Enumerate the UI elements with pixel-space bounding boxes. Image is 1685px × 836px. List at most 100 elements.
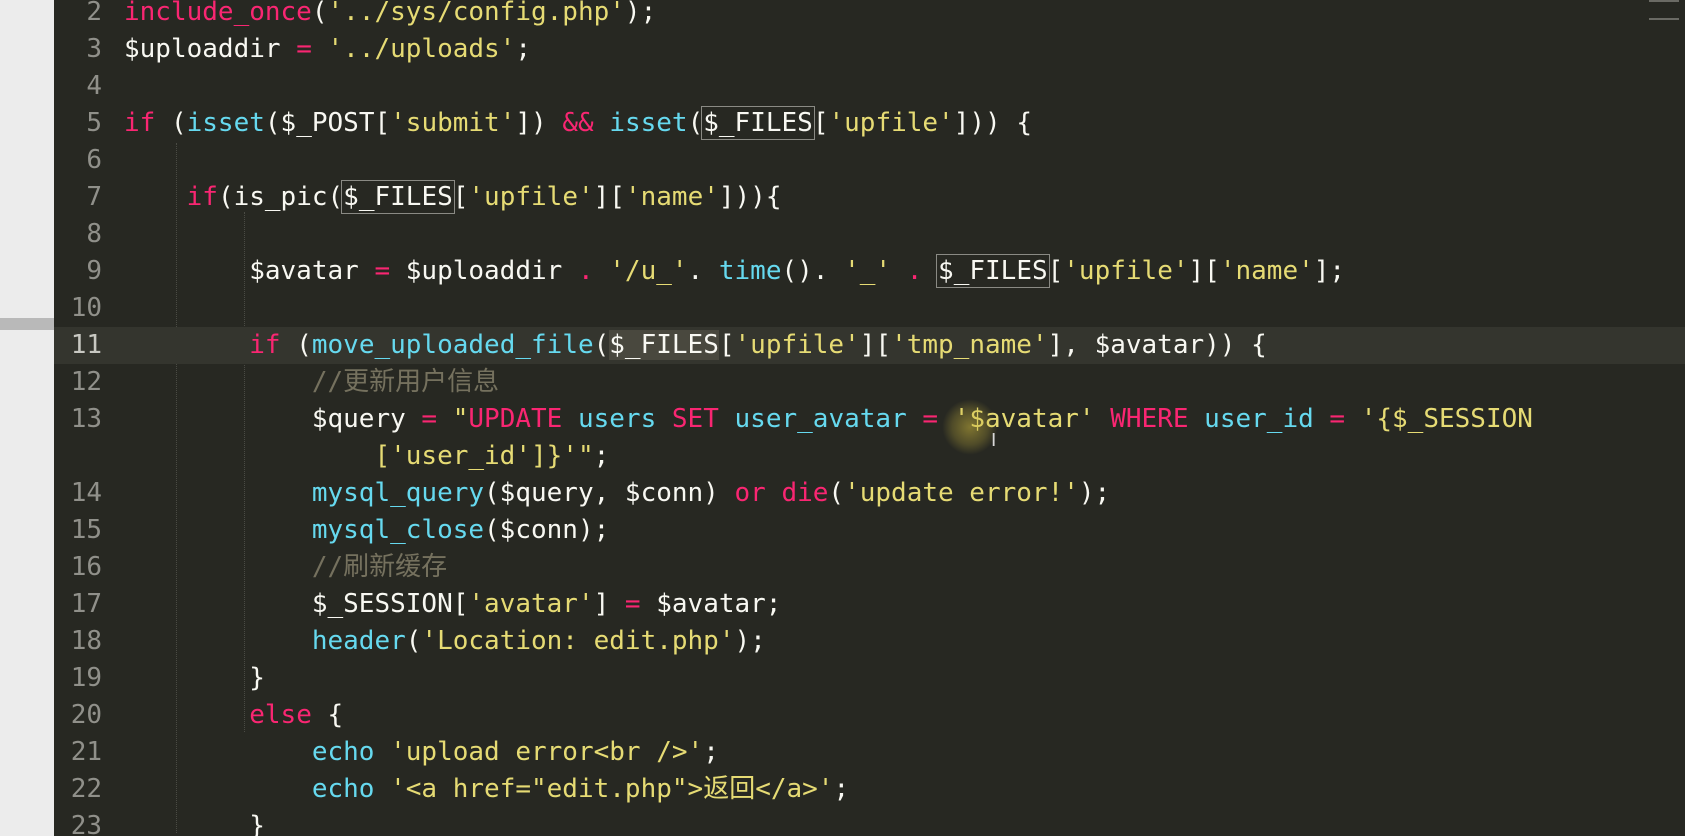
line-number: 2 [86, 0, 102, 27]
code-line[interactable]: 9 $avatar = $uploaddir . '/u_'. time(). … [54, 253, 1685, 290]
line-number: 5 [86, 108, 102, 138]
code-text[interactable]: $avatar = $uploaddir . '/u_'. time(). '_… [124, 253, 1345, 290]
code-token: ( [405, 626, 422, 656]
code-token: $uploaddir [390, 256, 578, 286]
code-token: '../sys/config.php' [327, 0, 625, 27]
code-token: = [296, 34, 312, 64]
code-line[interactable]: 12 //更新用户信息 [54, 364, 1685, 401]
code-token: ], $avatar)) { [1047, 330, 1267, 360]
code-token: or [734, 478, 766, 508]
code-token: (is_pic( [217, 182, 344, 212]
code-token: mysql_query [311, 478, 485, 508]
code-token: [ [1047, 256, 1064, 286]
line-number: 3 [86, 34, 102, 64]
code-editor[interactable]: 2 include_once('../sys/config.php'); 3 $upl… [54, 0, 1685, 836]
code-line[interactable]: 18 header('Location: edit.php'); [54, 623, 1685, 660]
code-token: 'tmp_name' [891, 330, 1048, 360]
code-line[interactable]: 7 if(is_pic($_FILES['upfile']['name'])){ [54, 179, 1685, 216]
code-text[interactable]: mysql_close($conn); [124, 512, 609, 549]
code-text[interactable]: //更新用户信息 [124, 364, 499, 401]
code-token: " [577, 441, 594, 471]
code-token: $_SESSION[ [124, 589, 469, 619]
code-token: ['user_id']}' [374, 441, 578, 471]
code-area[interactable]: 2 include_once('../sys/config.php'); 3 $upl… [54, 0, 1685, 836]
code-token: 'name' [624, 182, 719, 212]
code-token: '<a href="edit.php">返回</a>' [390, 774, 834, 804]
line-number: 23 [70, 811, 102, 836]
code-token: echo [311, 774, 375, 804]
code-text[interactable]: echo 'upload error<br />'; [124, 734, 719, 771]
code-token: mysql_close [311, 515, 485, 545]
code-token: } [124, 663, 265, 693]
code-text[interactable]: } [124, 660, 265, 697]
code-text[interactable]: mysql_query($query, $conn) or die('updat… [124, 475, 1110, 512]
code-line[interactable]: 5 if (isset($_POST['submit']) && isset($_… [54, 105, 1685, 142]
code-line[interactable]: 6 [54, 142, 1685, 179]
code-token: '{$_SESSION [1360, 404, 1533, 434]
code-text[interactable]: $_SESSION['avatar'] = $avatar; [124, 586, 782, 623]
code-token: ]; [1313, 256, 1346, 286]
code-line[interactable]: 20 else { [54, 697, 1685, 734]
code-token: SET [671, 404, 719, 434]
code-token: move_uploaded_file [311, 330, 594, 360]
code-token: $_FILES [609, 330, 719, 360]
code-line[interactable]: 13 $query = "UPDATE users SET user_avata… [54, 401, 1685, 475]
code-text[interactable]: ['user_id']}'"; [124, 438, 609, 475]
code-text[interactable]: else { [124, 697, 343, 734]
code-text[interactable]: //刷新缓存 [124, 549, 447, 586]
line-number: 9 [86, 256, 102, 286]
code-line[interactable]: 14 mysql_query($query, $conn) or die('up… [54, 475, 1685, 512]
code-token: 'name' [1219, 256, 1314, 286]
minimap-icon[interactable] [1649, 0, 1679, 20]
code-token: 'upfile' [1063, 256, 1189, 286]
code-text[interactable]: header('Location: edit.php'); [124, 623, 766, 660]
code-line[interactable]: 16 //刷新缓存 [54, 549, 1685, 586]
code-token: $avatar; [640, 589, 782, 619]
code-line[interactable]: 17 $_SESSION['avatar'] = $avatar; [54, 586, 1685, 623]
code-token: = [922, 404, 939, 434]
line-number: 8 [86, 219, 102, 249]
code-token: . [577, 256, 594, 286]
line-number: 13 [70, 404, 102, 434]
code-text[interactable]: $uploaddir = '../uploads'; [124, 31, 531, 68]
code-text[interactable]: if (move_uploaded_file($_FILES['upfile']… [124, 327, 1267, 364]
code-token: ( [311, 0, 328, 27]
code-token: if [186, 182, 218, 212]
code-text[interactable]: echo '<a href="edit.php">返回</a>'; [124, 771, 849, 808]
code-token: ; [833, 774, 850, 804]
code-text[interactable]: if(is_pic($_FILES['upfile']['name'])){ [124, 179, 782, 216]
code-line[interactable]: 23 } [54, 808, 1685, 836]
code-line[interactable]: 22 echo '<a href="edit.php">返回</a>'; [54, 771, 1685, 808]
code-line[interactable]: 19 } [54, 660, 1685, 697]
code-line[interactable]: 8 [54, 216, 1685, 253]
line-number: 18 [70, 626, 102, 656]
ibeam-cursor-icon: I [991, 430, 997, 451]
code-text[interactable]: if (isset($_POST['submit']) && isset($_F… [124, 105, 1032, 142]
code-line[interactable]: 2 include_once('../sys/config.php'); [54, 0, 1685, 31]
code-line[interactable]: 11 if (move_uploaded_file($_FILES['upfil… [54, 327, 1685, 364]
code-line[interactable]: 10 [54, 290, 1685, 327]
code-token: isset [186, 108, 265, 138]
code-token: ( [280, 330, 312, 360]
code-text[interactable]: include_once('../sys/config.php'); [124, 0, 656, 31]
code-line[interactable]: 4 [54, 68, 1685, 105]
code-line[interactable]: 3 $uploaddir = '../uploads'; [54, 31, 1685, 68]
code-text[interactable]: $query = "UPDATE users SET user_avatar =… [124, 401, 1533, 438]
line-number: 21 [70, 737, 102, 767]
code-text[interactable]: } [124, 808, 265, 836]
panel-divider[interactable] [0, 318, 54, 330]
line-number: 7 [86, 182, 102, 212]
code-line[interactable]: 15 mysql_close($conn); [54, 512, 1685, 549]
code-token: 'update error!' [844, 478, 1079, 508]
code-token: header [311, 626, 406, 656]
code-line[interactable]: 21 echo 'upload error<br />'; [54, 734, 1685, 771]
